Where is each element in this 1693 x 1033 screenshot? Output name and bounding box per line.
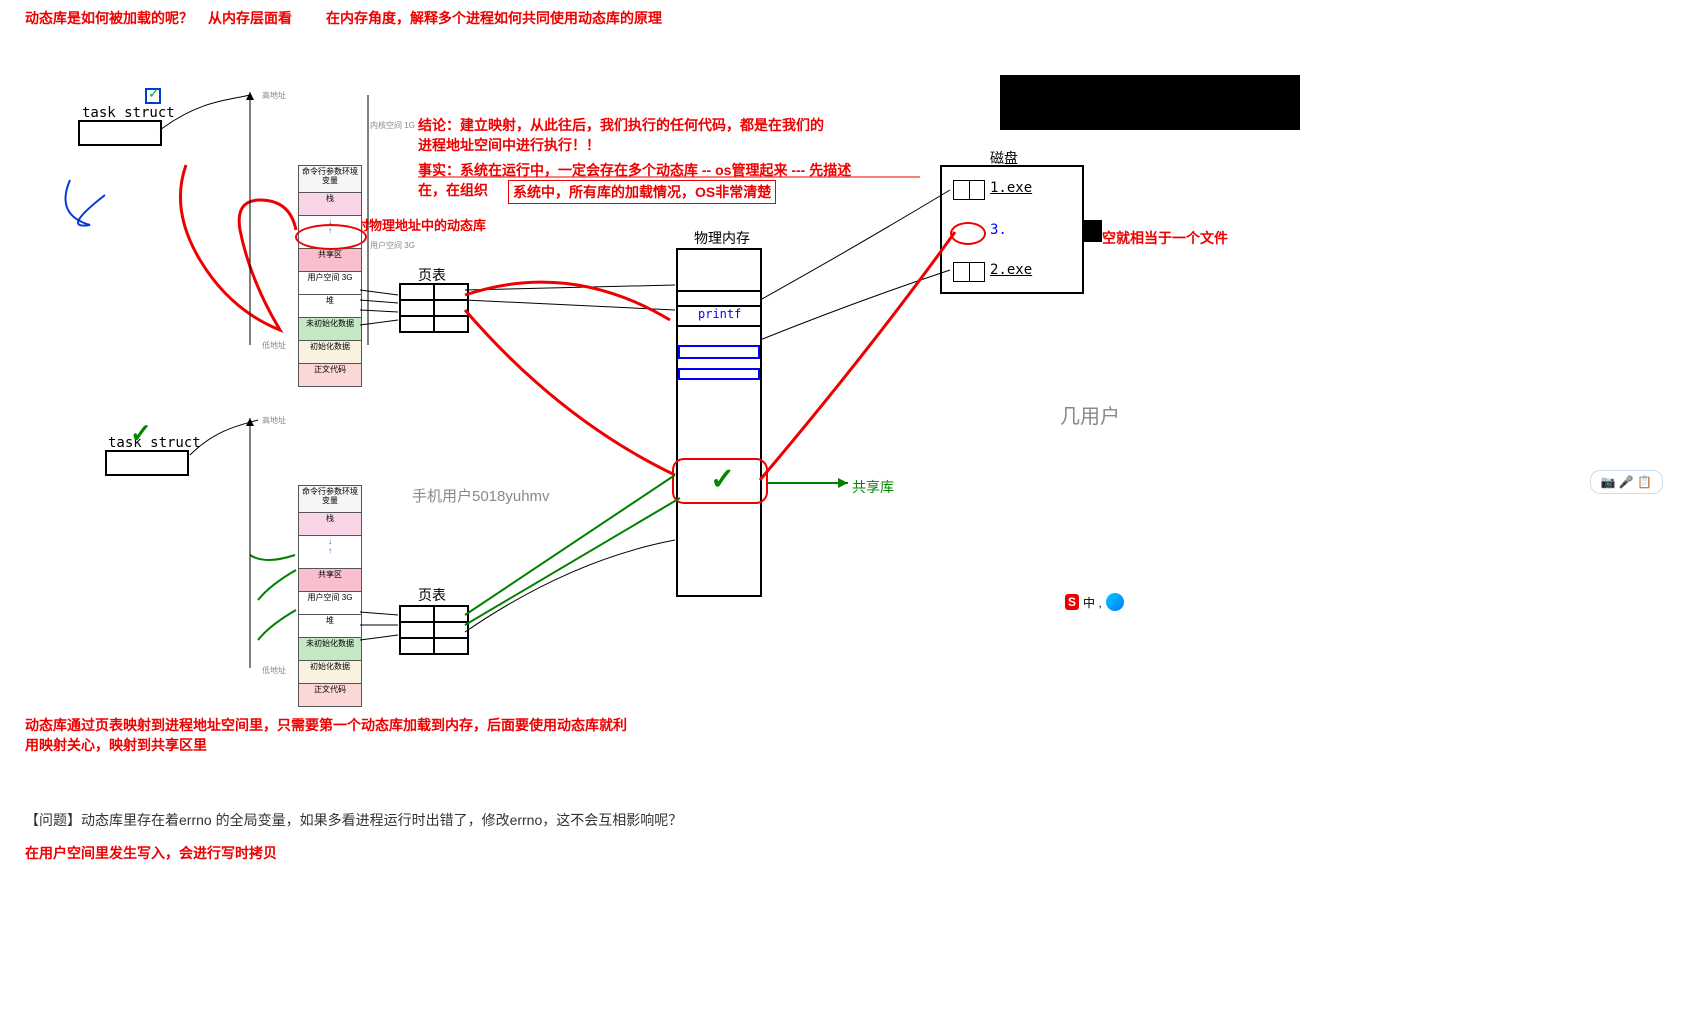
file1-label: 1.exe: [990, 180, 1032, 196]
lo-addr-1: 低地址: [262, 340, 286, 351]
summary-1: 动态库通过页表映射到进程地址空间里，只需要第一个动态库加载到内存，后面要使用动态…: [25, 715, 627, 735]
file3-label: 3.: [990, 222, 1007, 238]
equiv-note: 空就相当于一个文件: [1102, 228, 1228, 248]
hi-addr-1: 高地址: [262, 90, 286, 101]
seg-init: 初始化数据: [299, 341, 361, 364]
summary-2: 用映射关心，映射到共享区里: [25, 735, 207, 755]
page-table-1: [399, 283, 469, 333]
file1-icon: [953, 180, 985, 200]
seg-user: 用户空间 3G: [299, 272, 361, 295]
seg-uninit: 未初始化数据: [299, 318, 361, 341]
mapping-note: 映射物理地址中的动态库: [343, 215, 486, 234]
share-circle-1: [295, 224, 367, 250]
seg-stack: 栈: [299, 193, 361, 216]
page-table-2: [399, 605, 469, 655]
conclusion-boxed: 系统中，所有库的加载情况，OS非常清楚: [508, 180, 776, 204]
shared-check-icon: ✓: [710, 462, 735, 497]
uspace-1: 用户空间 3G: [370, 240, 415, 251]
connector-lines: [0, 0, 1693, 1033]
addr-space-1: 命令行参数环境变量 栈 ↓↑ 共享区 用户空间 3G 堆 未初始化数据 初始化数…: [298, 165, 362, 387]
conclusion-fact2: 在，在组织: [418, 180, 488, 200]
physmem-label: 物理内存: [694, 228, 750, 248]
green-check-icon: [145, 88, 161, 104]
task-struct-label-1: task_struct: [82, 105, 175, 121]
seg-heap: 堆: [299, 295, 361, 318]
ime-lang: 中 ,: [1083, 594, 1102, 611]
seg-code: 正文代码: [299, 364, 361, 386]
shared-lib-label: 共享库: [852, 477, 894, 497]
page-table-label-1: 页表: [418, 265, 446, 285]
seg-share: 共享区: [299, 249, 361, 272]
task-struct-box-1: [78, 120, 162, 146]
page-table-label-2: 页表: [418, 585, 446, 605]
header-persp: 从内存层面看: [208, 8, 292, 28]
file3-circle: [950, 222, 986, 245]
file2-icon: [953, 262, 985, 282]
sogou-icon: S: [1065, 594, 1079, 610]
conclusion-line2: 进程地址空间中进行执行！！: [418, 135, 600, 155]
header-q1: 动态库是如何被加载的呢？: [25, 8, 193, 28]
users-label: 几用户: [1060, 400, 1120, 429]
redacted-top: [1000, 75, 1300, 130]
question: 【问题】动态库里存在着errno 的全局变量，如果多看进程运行时出错了，修改er…: [25, 810, 682, 830]
conclusion-line1: 结论：建立映射，从此往后，我们执行的任何代码，都是在我们的: [418, 115, 824, 135]
physmem-box: printf: [676, 248, 762, 597]
kspace-1: 内核空间 1G: [370, 120, 415, 131]
ime-indicator[interactable]: S 中 ,: [1065, 593, 1124, 611]
conclusion-fact: 事实：系统在运行中，一定会存在多个动态库 -- os管理起来 --- 先描述: [418, 160, 851, 180]
lo-addr-2: 低地址: [262, 665, 286, 676]
edge-icon: [1106, 593, 1124, 611]
printf-label: printf: [698, 307, 741, 321]
browser-tool[interactable]: 📷 🎤 📋: [1590, 470, 1664, 494]
answer: 在用户空间里发生写入，会进行写时拷贝: [25, 843, 277, 863]
task-struct-box-2: [105, 450, 189, 476]
file2-label: 2.exe: [990, 262, 1032, 278]
task-struct-label-2: task_struct: [108, 435, 201, 451]
header-q2: 在内存角度，解释多个进程如何共同使用动态库的原理: [326, 8, 662, 28]
check-icon-2: ✓: [130, 418, 152, 449]
hi-addr-2: 高地址: [262, 415, 286, 426]
seg-kernel: 命令行参数环境变量: [299, 166, 361, 193]
addr-space-2: 命令行参数环境变量 栈 ↓↑ 共享区 用户空间 3G 堆 未初始化数据 初始化数…: [298, 485, 362, 707]
watermark: 手机用户5018yuhmv: [412, 485, 550, 506]
